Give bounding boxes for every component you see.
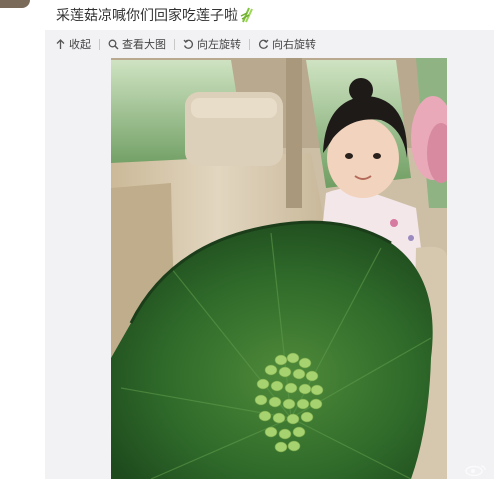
magnifier-icon — [108, 39, 119, 50]
rotate-left-label: 向左旋转 — [197, 38, 241, 51]
media-panel: 收起 查看大图 向左旋转 向右旋转 — [45, 30, 494, 479]
post-text-content: 采莲菇凉喊你们回家吃莲子啦 — [56, 8, 238, 24]
toolbar-divider — [99, 38, 100, 50]
post-photo[interactable] — [111, 58, 447, 479]
rotate-left-button[interactable]: 向左旋转 — [183, 36, 241, 52]
collapse-icon — [56, 38, 65, 49]
toolbar-divider — [249, 38, 250, 50]
rotate-right-label: 向右旋转 — [272, 38, 316, 51]
rotate-right-icon — [258, 39, 269, 49]
rotate-right-button[interactable]: 向右旋转 — [258, 36, 316, 52]
user-avatar[interactable] — [0, 0, 30, 8]
post-text: 采莲菇凉喊你们回家吃莲子啦 — [56, 6, 254, 26]
view-large-label: 查看大图 — [122, 38, 166, 51]
rotate-left-icon — [183, 39, 194, 49]
lotus-photo-illustration — [111, 58, 447, 479]
collapse-label: 收起 — [69, 38, 91, 51]
weibo-logo-icon — [465, 465, 486, 476]
leaf-emoji-icon — [240, 7, 253, 23]
view-large-button[interactable]: 查看大图 — [108, 36, 166, 52]
collapse-button[interactable]: 收起 — [55, 36, 91, 52]
toolbar-divider — [174, 38, 175, 50]
image-toolbar: 收起 查看大图 向左旋转 向右旋转 — [45, 30, 494, 58]
